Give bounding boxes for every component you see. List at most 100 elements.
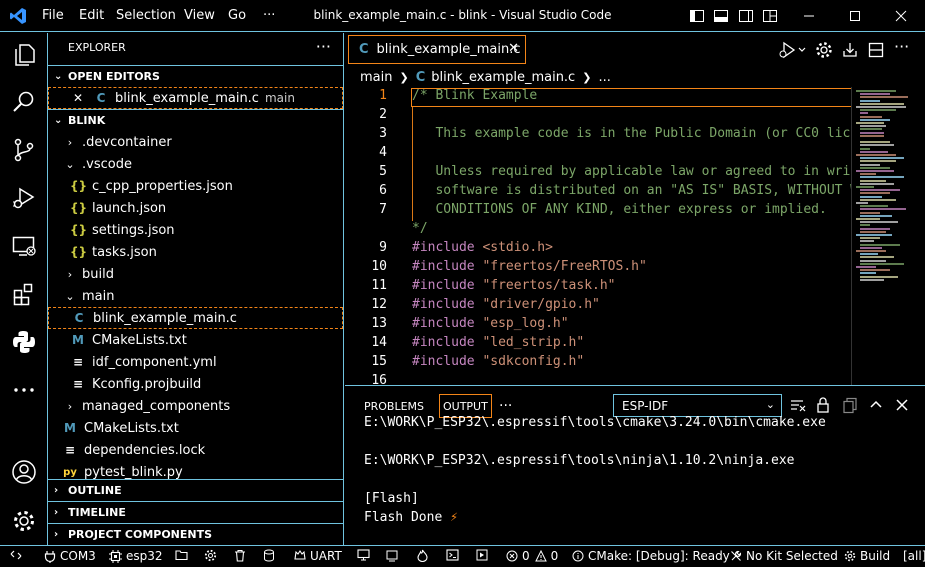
open-folder-button[interactable]: [175, 549, 192, 561]
activity-more[interactable]: [0, 368, 48, 412]
tree-file[interactable]: {} settings.json: [48, 219, 343, 241]
cmake-build-button[interactable]: Build: [844, 549, 890, 563]
split-editor-icon[interactable]: [867, 41, 885, 59]
close-panel-icon[interactable]: [893, 396, 911, 414]
tree-file[interactable]: {} launch.json: [48, 197, 343, 219]
section-open-editors[interactable]: ⌄ OPEN EDITORS: [48, 65, 343, 87]
tree-file[interactable]: {} c_cpp_properties.json: [48, 175, 343, 197]
activity-extensions[interactable]: [0, 272, 48, 316]
minimap-line: [860, 179, 886, 182]
minimap-line: [860, 246, 882, 249]
flame-button[interactable]: [417, 549, 432, 562]
editor-more-button[interactable]: ···: [894, 37, 909, 56]
menu-more[interactable]: ···: [263, 8, 275, 23]
full-clean-button[interactable]: [234, 549, 250, 562]
menu-file[interactable]: File: [42, 8, 64, 23]
minimap[interactable]: [851, 87, 925, 385]
activity-remote-explorer[interactable]: [0, 224, 48, 268]
tree-folder[interactable]: › build: [48, 263, 343, 285]
tree-file[interactable]: ≡ dependencies.lock: [48, 439, 343, 461]
gear-icon[interactable]: [815, 41, 833, 59]
minimap-line: [856, 154, 896, 156]
flash-download-icon[interactable]: [841, 41, 859, 59]
menu-selection[interactable]: Selection: [116, 8, 176, 23]
maximize-panel-icon[interactable]: [867, 396, 885, 414]
explorer-title: EXPLORER: [68, 41, 126, 54]
breadcrumb-folder[interactable]: main: [360, 70, 392, 85]
editor-tab-blink-main[interactable]: C blink_example_main.c ✕: [348, 35, 526, 64]
cmake-kit-select[interactable]: No Kit Selected: [730, 549, 838, 563]
close-tab-icon[interactable]: ✕: [508, 41, 519, 56]
menu-view[interactable]: View: [184, 8, 215, 23]
menu-go[interactable]: Go: [228, 8, 246, 23]
minimap-line: [860, 230, 886, 233]
chevron-right-icon: ❯: [582, 70, 592, 84]
tree-item-label: managed_components: [82, 398, 231, 414]
run-debug-dropdown-icon[interactable]: [777, 41, 807, 59]
tree-file[interactable]: M CMakeLists.txt: [48, 329, 343, 351]
tree-folder[interactable]: › .devcontainer: [48, 131, 343, 153]
minimap-line: [860, 134, 884, 137]
section-project-components[interactable]: › PROJECT COMPONENTS: [48, 523, 343, 545]
tree-file[interactable]: {} tasks.json: [48, 241, 343, 263]
tree-item-label: c_cpp_properties.json: [92, 178, 233, 194]
code-editor[interactable]: 1 /* Blink Example 2 3 This example code is…: [345, 87, 851, 385]
problems-indicator[interactable]: 0 0: [506, 549, 558, 563]
open-editor-item[interactable]: ✕ C blink_example_main.c main: [48, 87, 343, 109]
toggle-secondary-sidebar-icon[interactable]: [738, 8, 754, 24]
build-flash-monitor-button[interactable]: [386, 549, 402, 562]
minimap-line: [856, 218, 880, 220]
tree-file[interactable]: ≡ Kconfig.projbuild: [48, 373, 343, 395]
target-chip-button[interactable]: esp32: [109, 549, 163, 563]
tree-folder[interactable]: ⌄ main: [48, 285, 343, 307]
output-channel-select[interactable]: ESP-IDF ⌄: [613, 394, 782, 417]
activity-manage[interactable]: [0, 499, 48, 543]
minimap-line: [860, 147, 870, 150]
clear-output-icon[interactable]: [789, 396, 807, 414]
breadcrumb-symbol[interactable]: ...: [598, 70, 610, 85]
remote-indicator[interactable]: [10, 549, 26, 561]
minimize-button[interactable]: [786, 0, 832, 32]
maximize-button[interactable]: [832, 0, 878, 32]
explorer-more-button[interactable]: ···: [316, 37, 331, 56]
customize-layout-icon[interactable]: [762, 8, 778, 24]
cmake-target-button[interactable]: [all]: [903, 549, 925, 563]
code-line: #include "freertos/task.h": [412, 278, 616, 293]
activity-python[interactable]: [0, 320, 48, 364]
minimap-line: [860, 195, 882, 198]
copy-icon[interactable]: [841, 396, 859, 414]
activity-accounts[interactable]: [0, 450, 48, 494]
section-timeline[interactable]: › TIMELINE: [48, 501, 343, 523]
code-token: #include: [412, 354, 483, 369]
run-button[interactable]: [476, 549, 492, 561]
monitor-button[interactable]: [357, 549, 374, 561]
tree-file[interactable]: Cblink_example_main.c: [48, 307, 343, 329]
cmake-status[interactable]: CMake: [Debug]: Ready: [572, 549, 730, 563]
toggle-panel-icon[interactable]: [713, 8, 729, 24]
tree-folder[interactable]: › managed_components: [48, 395, 343, 417]
tree-file[interactable]: ≡ idf_component.yml: [48, 351, 343, 373]
flash-uart-button[interactable]: UART: [294, 549, 342, 563]
toggle-primary-sidebar-icon[interactable]: [689, 8, 705, 24]
breadcrumb: main ❯ C blink_example_main.c ❯ ...: [345, 66, 925, 88]
extensions-icon: [13, 283, 33, 306]
menu-edit[interactable]: Edit: [79, 8, 104, 23]
activity-explorer[interactable]: [0, 33, 48, 77]
tree-file[interactable]: M CMakeLists.txt: [48, 417, 343, 439]
terminal-button[interactable]: [446, 549, 463, 561]
tree-folder[interactable]: ⌄ .vscode: [48, 153, 343, 175]
activity-run-debug[interactable]: [0, 176, 48, 220]
activity-search[interactable]: [0, 80, 48, 124]
close-icon[interactable]: ✕: [73, 91, 93, 105]
breadcrumb-file[interactable]: blink_example_main.c: [431, 70, 575, 85]
flash-method-button[interactable]: [263, 549, 279, 562]
minimap-line: [860, 224, 870, 227]
com-port-button[interactable]: COM3: [44, 549, 96, 563]
sdk-config-button[interactable]: [204, 549, 221, 562]
activity-source-control[interactable]: [0, 128, 48, 172]
close-window-button[interactable]: [878, 0, 924, 32]
minimap-line: [860, 253, 878, 256]
section-blink[interactable]: ⌄ BLINK: [48, 109, 343, 131]
section-outline[interactable]: › OUTLINE: [48, 479, 343, 501]
lock-icon[interactable]: [814, 396, 832, 414]
